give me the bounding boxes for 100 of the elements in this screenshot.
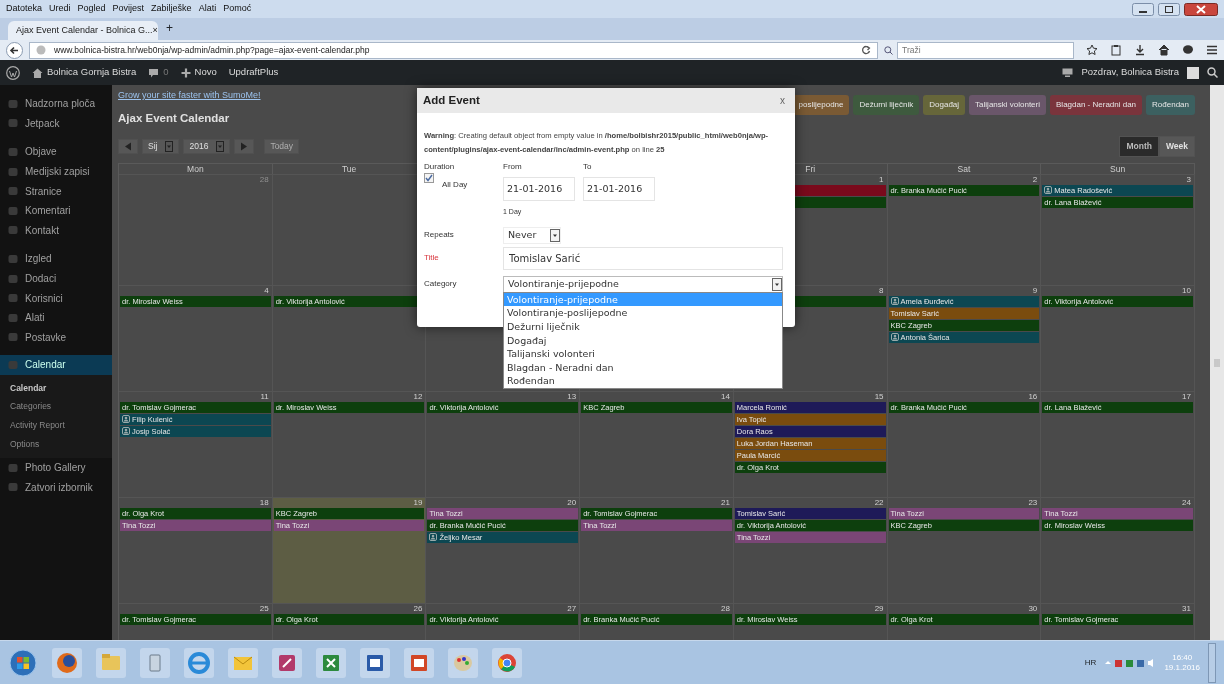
category-legend-button[interactable]: Događaj <box>923 95 966 115</box>
dropdown-option[interactable]: Talijanski volonteri <box>504 347 782 361</box>
greeting-link[interactable]: Pozdrav, Bolnica Bistra <box>1081 65 1179 80</box>
dropdown-option[interactable]: Dežurni liječnik <box>504 319 782 334</box>
sidebar-item[interactable]: Nadzorna ploča <box>0 94 112 114</box>
dropdown-option[interactable]: Blagdan - Neradni dan <box>504 360 782 375</box>
all-day-checkbox[interactable] <box>424 173 434 183</box>
bookmark-star-icon[interactable] <box>1086 44 1098 56</box>
scrollbar-thumb-icon[interactable] <box>1214 357 1220 368</box>
document-icon[interactable] <box>360 647 390 678</box>
search-field[interactable]: Traži <box>897 41 1074 59</box>
menu-item[interactable]: Alati <box>198 2 217 16</box>
minimize-button[interactable] <box>1132 2 1154 16</box>
spreadsheet-icon[interactable] <box>316 647 346 678</box>
back-button[interactable] <box>6 41 23 59</box>
sidebar-icon <box>8 293 18 304</box>
view-toggle-button[interactable]: Week <box>1158 135 1195 157</box>
submenu-item[interactable]: Activity Report <box>0 416 112 435</box>
sidebar-item[interactable]: Calendar <box>0 355 112 375</box>
menu-item[interactable]: Uredi <box>49 2 71 16</box>
menu-icon[interactable] <box>1206 44 1218 56</box>
search-icon <box>884 45 893 55</box>
from-date-field[interactable]: 21-01-2016 <box>503 177 575 202</box>
day-number: 21 <box>719 497 731 508</box>
chat-icon[interactable] <box>1182 44 1194 56</box>
start-button[interactable] <box>8 647 38 678</box>
browser-tab[interactable]: Ajax Event Calendar - Bolnica G...× <box>8 20 158 40</box>
menu-item[interactable]: Zabilješke <box>151 2 192 16</box>
avatar-icon[interactable] <box>1187 66 1199 79</box>
day-number: 2 <box>1031 174 1039 185</box>
close-button[interactable]: x <box>780 93 785 108</box>
close-button[interactable] <box>1184 2 1218 16</box>
sidebar-icon <box>8 332 18 343</box>
sidebar-item[interactable]: Alati <box>0 307 112 328</box>
sidebar-item[interactable]: Photo Gallery <box>0 457 112 478</box>
dropdown-option[interactable]: Rođendan <box>504 374 782 388</box>
title-field[interactable]: Tomislav Sarić <box>503 246 783 270</box>
plugin-link[interactable]: UpdraftPlus <box>228 65 279 80</box>
sidebar-item[interactable]: Medijski zapisi <box>0 161 112 182</box>
submenu-item[interactable]: Options <box>0 434 112 454</box>
comments-link[interactable]: 0 <box>148 65 169 80</box>
search-icon[interactable] <box>1207 67 1218 78</box>
sidebar-icon <box>8 482 18 493</box>
page-title: Ajax Event Calendar <box>118 110 231 126</box>
language-indicator[interactable]: HR <box>1084 656 1097 669</box>
sidebar-item[interactable]: Izgled <box>0 249 112 269</box>
browser-app-icon[interactable] <box>52 647 82 678</box>
sidebar-item[interactable]: Dodaci <box>0 268 112 289</box>
sidebar-icon <box>8 166 18 177</box>
month-select[interactable]: Sij <box>142 138 180 154</box>
field-label: To <box>583 161 593 173</box>
screen-icon <box>1062 68 1074 77</box>
submenu-item[interactable]: Calendar <box>0 378 112 398</box>
dropdown-option[interactable]: Događaj <box>504 333 782 348</box>
sidebar-item[interactable]: Stranice <box>0 181 112 201</box>
repeats-select[interactable]: Never <box>503 226 561 244</box>
menu-item[interactable]: Datoteka <box>6 2 43 16</box>
category-legend-button[interactable]: Blagdan - Neradni dan <box>1050 95 1143 115</box>
tab-title: Ajax Event Calendar - Bolnica G... <box>16 23 153 37</box>
sidebar-item[interactable]: Korisnici <box>0 288 112 308</box>
day-number: 14 <box>719 391 731 402</box>
round-logo-icon[interactable] <box>492 647 522 678</box>
promo-link[interactable]: Grow your site faster with SumoMe! <box>118 89 261 103</box>
day-number: 31 <box>1181 603 1192 614</box>
dropdown-option[interactable]: Volontiranje-poslijepodne <box>504 306 782 320</box>
day-number: 12 <box>412 391 424 402</box>
clipboard-icon[interactable] <box>1110 44 1122 56</box>
new-link[interactable]: Novo <box>180 65 217 80</box>
download-icon[interactable] <box>1134 44 1146 56</box>
sidebar-item[interactable]: Kontakt <box>0 220 112 241</box>
weekday-header: Sat <box>887 162 1042 174</box>
category-legend-button[interactable]: poslijepodne <box>792 95 850 115</box>
view-toggle-button[interactable]: Month <box>1119 135 1159 157</box>
slides-icon[interactable] <box>404 647 434 678</box>
day-number: 28 <box>719 603 731 614</box>
wordpress-logo-icon[interactable] <box>6 65 20 80</box>
globe-icon <box>36 45 46 55</box>
reload-icon[interactable] <box>861 45 871 55</box>
menu-item[interactable]: Povijest <box>112 2 145 16</box>
sidebar-item[interactable]: Komentari <box>0 200 112 221</box>
category-legend-button[interactable]: Rođendan <box>1146 95 1195 115</box>
address-bar[interactable]: www.bolnica-bistra.hr/web0nja/wp-admin/admin.php?page=ajax-event-calendar.php <box>29 41 878 59</box>
new-tab-button[interactable]: + <box>166 19 173 40</box>
checkbox-label: All Day <box>442 179 468 191</box>
day-number: 4 <box>263 285 270 296</box>
year-select[interactable]: 2016 <box>183 138 231 154</box>
sidebar-item[interactable]: Objave <box>0 142 112 162</box>
maximize-button[interactable] <box>1158 2 1180 16</box>
sidebar-item[interactable]: Postavke <box>0 327 112 348</box>
category-legend-button[interactable]: Talijanski volonteri <box>969 95 1046 115</box>
palette-icon[interactable] <box>448 647 478 678</box>
category-legend-button[interactable]: Dežurni liječnik <box>853 95 920 115</box>
sidebar-item[interactable]: Zatvori izbornik <box>0 477 112 497</box>
sidebar-item[interactable]: Jetpack <box>0 113 112 134</box>
menu-item[interactable]: Pomoć <box>223 2 252 16</box>
to-date-field[interactable]: 21-01-2016 <box>583 177 655 202</box>
check-icon <box>425 174 433 182</box>
home-icon[interactable] <box>1158 44 1170 56</box>
submenu-item[interactable]: Categories <box>0 397 112 417</box>
menu-item[interactable]: Pogled <box>77 2 106 16</box>
